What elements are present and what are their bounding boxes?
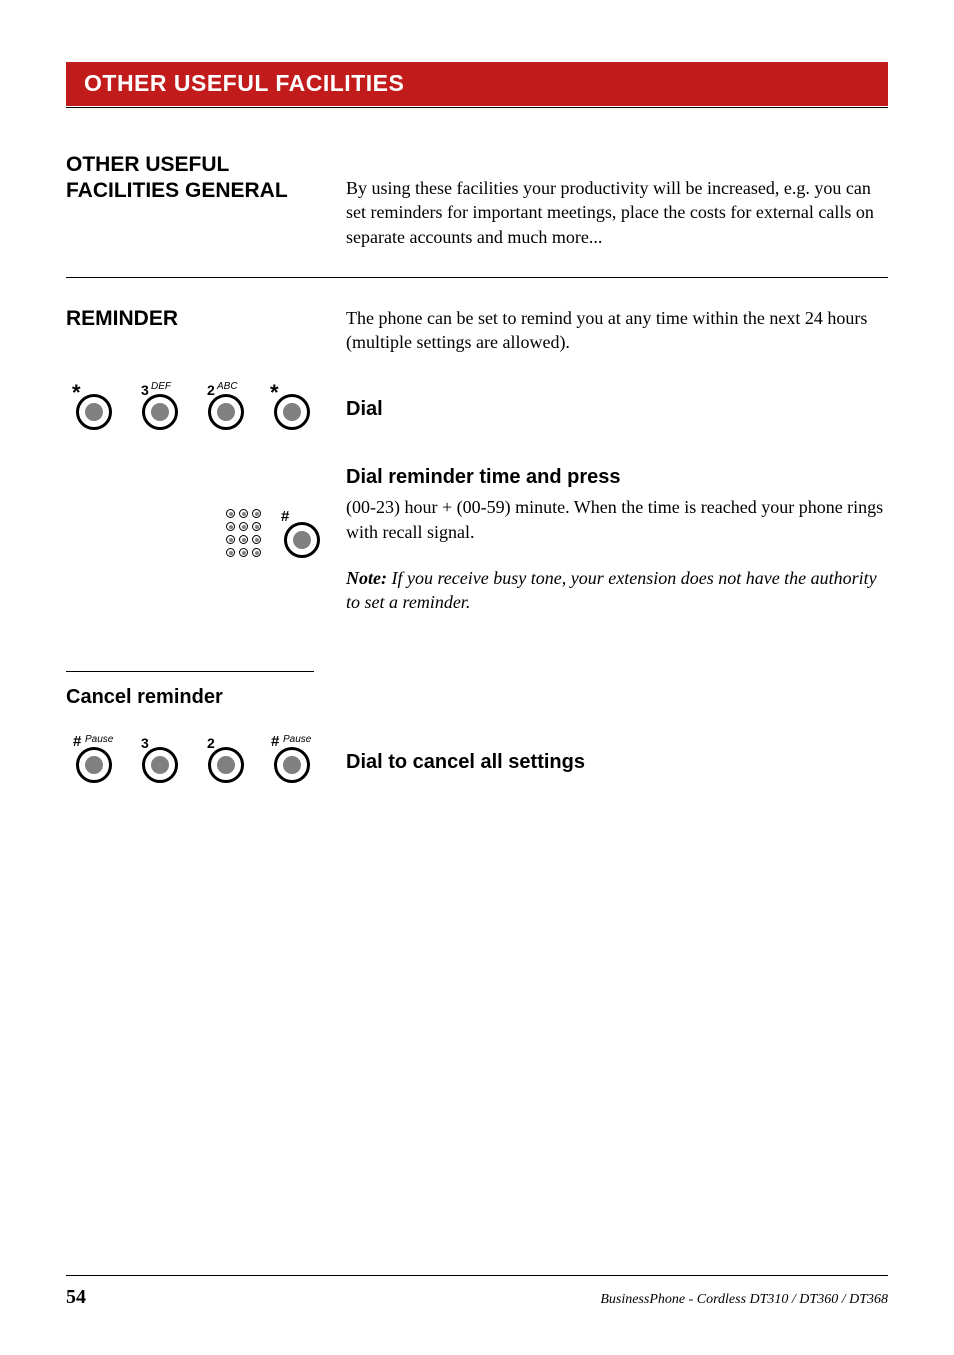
key-hash-1: # Pause — [72, 737, 116, 781]
dial-time-body: (00-23) hour + (00-59) minute. When the … — [346, 495, 888, 544]
key-2: 2 ABC — [204, 384, 248, 428]
key-3: 3 DEF — [138, 384, 182, 428]
key-2c: 2 — [204, 737, 248, 781]
cancel-reminder-heading: Cancel reminder — [66, 686, 314, 709]
hash-icon: # — [281, 508, 289, 525]
dial-time-text: Dial reminder time and press (00-23) hou… — [346, 452, 888, 614]
note-label: Note: — [346, 568, 387, 588]
digit-label: 3 — [141, 735, 149, 751]
dial-time-note: Note: If you receive busy tone, your ext… — [346, 566, 888, 615]
cancel-label: Dial to cancel all settings — [346, 737, 888, 781]
digit-label: 3 — [141, 382, 149, 398]
cancel-sequence-keys: # Pause 3 2 # Pause — [66, 737, 346, 781]
keypad-icon — [226, 509, 262, 558]
dial-label-text: Dial — [346, 396, 888, 423]
section-header-bar: OTHER USEFUL FACILITIES — [66, 62, 888, 106]
note-body: If you receive busy tone, your extension… — [346, 568, 877, 612]
cancel-sequence-row: # Pause 3 2 # Pause Dial to cancel all s… — [66, 737, 888, 781]
key-hash: # — [280, 512, 324, 556]
page-number: 54 — [66, 1286, 86, 1309]
key-superscript: DEF — [151, 381, 171, 392]
general-heading-col: OTHER USEFUL FACILITIES GENERAL — [66, 152, 346, 249]
header-divider — [66, 107, 888, 108]
hash-icon: # — [271, 733, 279, 750]
digit-label: 2 — [207, 382, 215, 398]
general-body: By using these facilities your productiv… — [346, 176, 888, 249]
reminder-heading: REMINDER — [66, 306, 346, 332]
dial-time-keys: # — [66, 452, 346, 614]
section-reminder: REMINDER The phone can be set to remind … — [66, 306, 888, 355]
cancel-label-text: Dial to cancel all settings — [346, 749, 888, 776]
key-superscript: ABC — [217, 381, 238, 392]
cancel-reminder-heading-wrap: Cancel reminder — [66, 671, 314, 709]
key-star-2: * — [270, 384, 314, 428]
digit-label: 2 — [207, 735, 215, 751]
hash-icon: # — [73, 733, 81, 750]
dial-time-title: Dial reminder time and press — [346, 464, 888, 491]
product-name: BusinessPhone - Cordless DT310 / DT360 /… — [600, 1292, 888, 1308]
general-heading-line1: OTHER USEFUL — [66, 152, 346, 178]
dial-time-row: # Dial reminder time and press (00-23) h… — [66, 452, 888, 614]
key-superscript: Pause — [85, 734, 113, 745]
dial-sequence-keys: * 3 DEF 2 ABC * — [66, 384, 346, 428]
dial-label: Dial — [346, 384, 888, 428]
general-heading-line2: FACILITIES GENERAL — [66, 178, 346, 204]
key-star-1: * — [72, 384, 116, 428]
key-3c: 3 — [138, 737, 182, 781]
dial-sequence-row: * 3 DEF 2 ABC * Dial — [66, 384, 888, 428]
key-superscript: Pause — [283, 734, 311, 745]
key-hash-2: # Pause — [270, 737, 314, 781]
section-general: OTHER USEFUL FACILITIES GENERAL By using… — [66, 152, 888, 278]
page-content: OTHER USEFUL FACILITIES OTHER USEFUL FAC… — [0, 0, 954, 781]
reminder-body: The phone can be set to remind you at an… — [346, 306, 888, 355]
page-footer: 54 BusinessPhone - Cordless DT310 / DT36… — [66, 1275, 888, 1309]
reminder-heading-col: REMINDER — [66, 306, 346, 355]
